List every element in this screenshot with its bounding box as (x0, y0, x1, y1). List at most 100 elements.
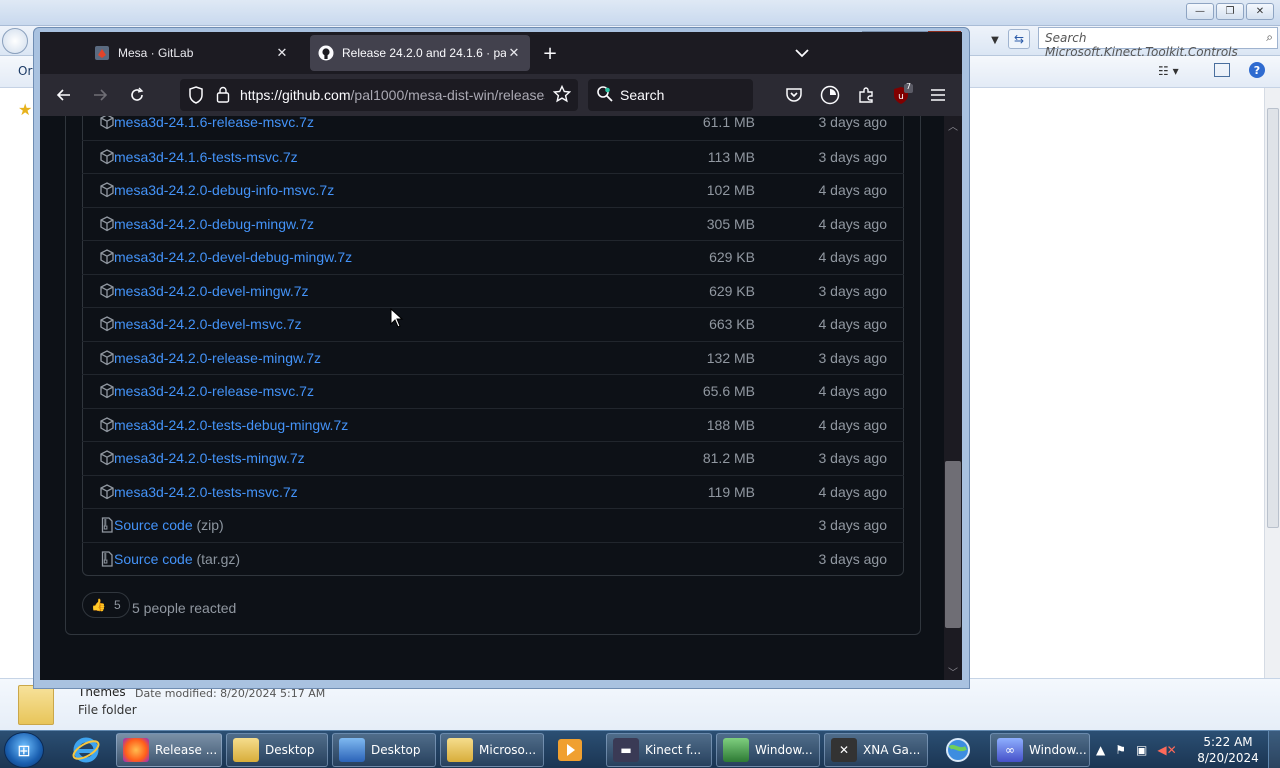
action-center-flag-icon[interactable]: ⚑ (1115, 743, 1126, 757)
asset-row[interactable]: mesa3d-24.2.0-release-mingw.7z 132 MB 3 … (82, 341, 904, 375)
asset-download-link[interactable]: mesa3d-24.2.0-devel-debug-mingw.7z (114, 249, 352, 265)
github-icon (318, 45, 334, 61)
hamburger-menu-icon[interactable] (924, 81, 952, 109)
source-code-row[interactable]: Source code (zip) 3 days ago (82, 508, 904, 542)
organize-menu[interactable]: Or (18, 64, 32, 78)
forward-arrow-icon[interactable] (86, 81, 114, 109)
asset-download-link[interactable]: mesa3d-24.2.0-devel-msvc.7z (114, 316, 302, 332)
close-tab-icon[interactable]: ✕ (506, 45, 522, 61)
asset-download-link[interactable]: mesa3d-24.2.0-tests-msvc.7z (114, 484, 298, 500)
show-desktop-button[interactable] (1268, 731, 1280, 768)
asset-row[interactable]: mesa3d-24.2.0-devel-debug-mingw.7z 629 K… (82, 240, 904, 274)
package-icon (99, 149, 115, 165)
favorites-star-icon[interactable]: ★ (18, 100, 32, 119)
explorer-refresh-button[interactable]: ⇆ (1008, 29, 1030, 49)
list-all-tabs-icon[interactable] (792, 43, 812, 63)
asset-row[interactable]: mesa3d-24.2.0-debug-mingw.7z 305 MB 4 da… (82, 207, 904, 241)
scroll-down-icon[interactable]: ﹀ (948, 664, 958, 679)
views-icon[interactable]: ☷ ▾ (1158, 64, 1179, 78)
explorer-scrollbar[interactable] (1264, 88, 1280, 678)
globe-app-icon[interactable] (936, 734, 980, 766)
asset-row[interactable]: mesa3d-24.2.0-devel-mingw.7z 629 KB 3 da… (82, 274, 904, 308)
page-scrollbar[interactable]: ︿ ﹀ (944, 116, 962, 680)
asset-download-link[interactable]: mesa3d-24.2.0-release-msvc.7z (114, 383, 314, 399)
search-bar[interactable]: Search (588, 79, 753, 111)
details-folder-type: File folder (78, 703, 137, 717)
help-icon[interactable]: ? (1249, 62, 1265, 78)
page-scroll-thumb[interactable] (945, 461, 961, 628)
taskbar-item-window-1[interactable]: Window... (716, 733, 820, 767)
asset-download-link[interactable]: mesa3d-24.2.0-debug-mingw.7z (114, 216, 314, 232)
github-release-page: mesa3d-24.1.6-release-msvc.7z 61.1 MB 3 … (40, 116, 962, 680)
close-tab-icon[interactable]: ✕ (274, 45, 290, 61)
extensions-puzzle-icon[interactable] (852, 81, 880, 109)
taskbar-item-label: Desktop (371, 743, 421, 757)
taskbar-item-window-2[interactable]: ∞ Window... (990, 733, 1090, 767)
source-code-row[interactable]: Source code (tar.gz) 3 days ago (82, 542, 904, 576)
lock-icon[interactable] (216, 86, 230, 106)
asset-download-link[interactable]: mesa3d-24.2.0-release-mingw.7z (114, 350, 321, 366)
internet-explorer-icon[interactable] (64, 734, 108, 766)
media-player-icon[interactable] (548, 734, 592, 766)
taskbar-item-xna[interactable]: ✕ XNA Ga... (824, 733, 928, 767)
asset-row[interactable]: mesa3d-24.2.0-debug-info-msvc.7z 102 MB … (82, 173, 904, 207)
taskbar-item-microsoft-folder[interactable]: Microso... (440, 733, 544, 767)
package-icon (99, 350, 115, 366)
start-button[interactable]: ⊞ (4, 732, 44, 768)
explorer-back-button[interactable] (2, 28, 28, 54)
asset-download-link[interactable]: mesa3d-24.2.0-tests-mingw.7z (114, 450, 305, 466)
new-tab-button[interactable]: + (540, 43, 560, 64)
explorer-scroll-thumb[interactable] (1267, 108, 1279, 528)
tab-gitlab[interactable]: Mesa · GitLab ✕ (86, 35, 298, 71)
network-icon[interactable]: ▣ (1136, 743, 1147, 757)
taskbar-clock[interactable]: 5:22 AM 8/20/2024 (1196, 734, 1260, 766)
asset-row[interactable]: mesa3d-24.1.6-release-msvc.7z 61.1 MB 3 … (82, 116, 904, 140)
explorer-minimize-button[interactable]: — (1186, 3, 1214, 20)
asset-date: 3 days ago (818, 517, 888, 533)
source-code-zip-link[interactable]: Source code (zip) (114, 517, 224, 533)
back-arrow-icon[interactable] (50, 81, 78, 109)
asset-row[interactable]: mesa3d-24.1.6-tests-msvc.7z 113 MB 3 day… (82, 140, 904, 174)
explorer-address-dropdown[interactable]: ▼ (986, 31, 1004, 49)
pocket-icon[interactable] (780, 81, 808, 109)
tray-expand-icon[interactable]: ▲ (1096, 743, 1105, 757)
account-sync-icon[interactable] (816, 81, 844, 109)
asset-row[interactable]: mesa3d-24.2.0-release-msvc.7z 65.6 MB 4 … (82, 374, 904, 408)
url-bar[interactable]: https://github.com/pal1000/mesa-dist-win… (180, 79, 578, 111)
bookmark-star-icon[interactable] (552, 84, 572, 106)
asset-row[interactable]: mesa3d-24.2.0-devel-msvc.7z 663 KB 4 day… (82, 307, 904, 341)
url-text[interactable]: https://github.com/pal1000/mesa-dist-win… (240, 87, 545, 103)
reload-icon[interactable] (123, 81, 151, 109)
asset-download-link[interactable]: mesa3d-24.2.0-devel-mingw.7z (114, 283, 309, 299)
ublock-origin-icon[interactable]: u 7 (888, 81, 916, 109)
taskbar-item-kinect[interactable]: ▬ Kinect f... (606, 733, 712, 767)
taskbar-item-label: Microso... (479, 743, 537, 757)
reaction-thumbs-up-button[interactable]: 👍 5 (82, 592, 130, 618)
explorer-search-input[interactable]: Search Microsoft.Kinect.Toolkit.Controls… (1038, 27, 1278, 59)
asset-date: 3 days ago (818, 350, 888, 366)
asset-download-link[interactable]: mesa3d-24.2.0-debug-info-msvc.7z (114, 182, 334, 198)
source-code-targz-link[interactable]: Source code (tar.gz) (114, 551, 240, 567)
tracking-protection-shield-icon[interactable] (188, 86, 204, 107)
clock-time: 5:22 AM (1203, 735, 1253, 749)
volume-muted-icon[interactable]: ◀✕ (1157, 743, 1176, 757)
asset-row[interactable]: mesa3d-24.2.0-tests-debug-mingw.7z 188 M… (82, 408, 904, 442)
taskbar-item-firefox[interactable]: Release ... (116, 733, 222, 767)
asset-download-link[interactable]: mesa3d-24.2.0-tests-debug-mingw.7z (114, 417, 348, 433)
asset-download-link[interactable]: mesa3d-24.1.6-release-msvc.7z (114, 116, 314, 130)
gitlab-icon (94, 45, 110, 61)
explorer-maximize-button[interactable]: ❐ (1216, 3, 1244, 20)
source-code-ext: (zip) (196, 517, 224, 533)
asset-size: 65.6 MB (702, 383, 755, 399)
explorer-close-button[interactable]: ✕ (1246, 3, 1274, 20)
scroll-up-icon[interactable]: ︿ (948, 118, 958, 133)
asset-download-link[interactable]: mesa3d-24.1.6-tests-msvc.7z (114, 149, 298, 165)
taskbar-item-desktop-folder[interactable]: Desktop (226, 733, 328, 767)
package-icon (99, 216, 115, 232)
search-engine-icon (596, 85, 614, 106)
preview-pane-icon[interactable] (1214, 63, 1230, 77)
taskbar-item-desktop-remote[interactable]: Desktop (332, 733, 436, 767)
asset-row[interactable]: mesa3d-24.2.0-tests-mingw.7z 81.2 MB 3 d… (82, 441, 904, 475)
tab-github-release[interactable]: Release 24.2.0 and 24.1.6 · pal1000/mesa… (310, 35, 530, 71)
asset-row[interactable]: mesa3d-24.2.0-tests-msvc.7z 119 MB 4 day… (82, 475, 904, 509)
